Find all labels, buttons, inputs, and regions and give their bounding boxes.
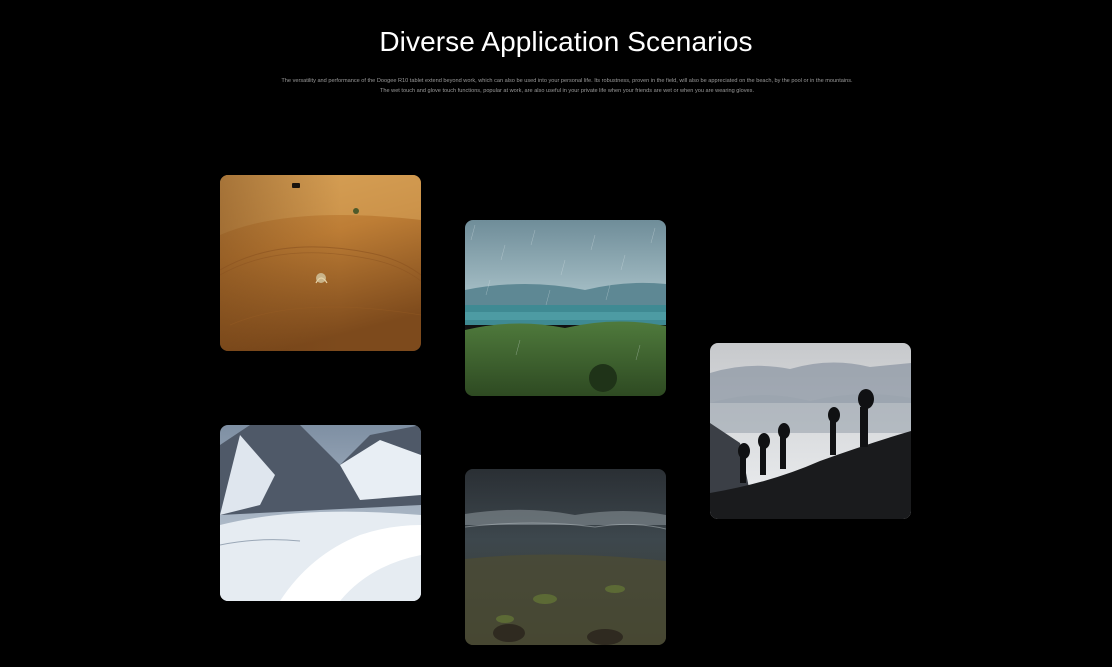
scenario-image-hikers <box>710 343 911 519</box>
shore-image <box>465 469 666 645</box>
section-title: Diverse Application Scenarios <box>379 26 753 57</box>
hikers-image <box>710 343 911 519</box>
rain-image <box>465 220 666 396</box>
desert-image <box>220 175 421 351</box>
section-description: The versatility and performance of the D… <box>281 78 853 94</box>
scenario-image-snow <box>220 425 421 601</box>
scenario-image-desert <box>220 175 421 351</box>
scenario-image-rain <box>465 220 666 396</box>
snow-image <box>220 425 421 601</box>
scenario-image-shore <box>465 469 666 645</box>
